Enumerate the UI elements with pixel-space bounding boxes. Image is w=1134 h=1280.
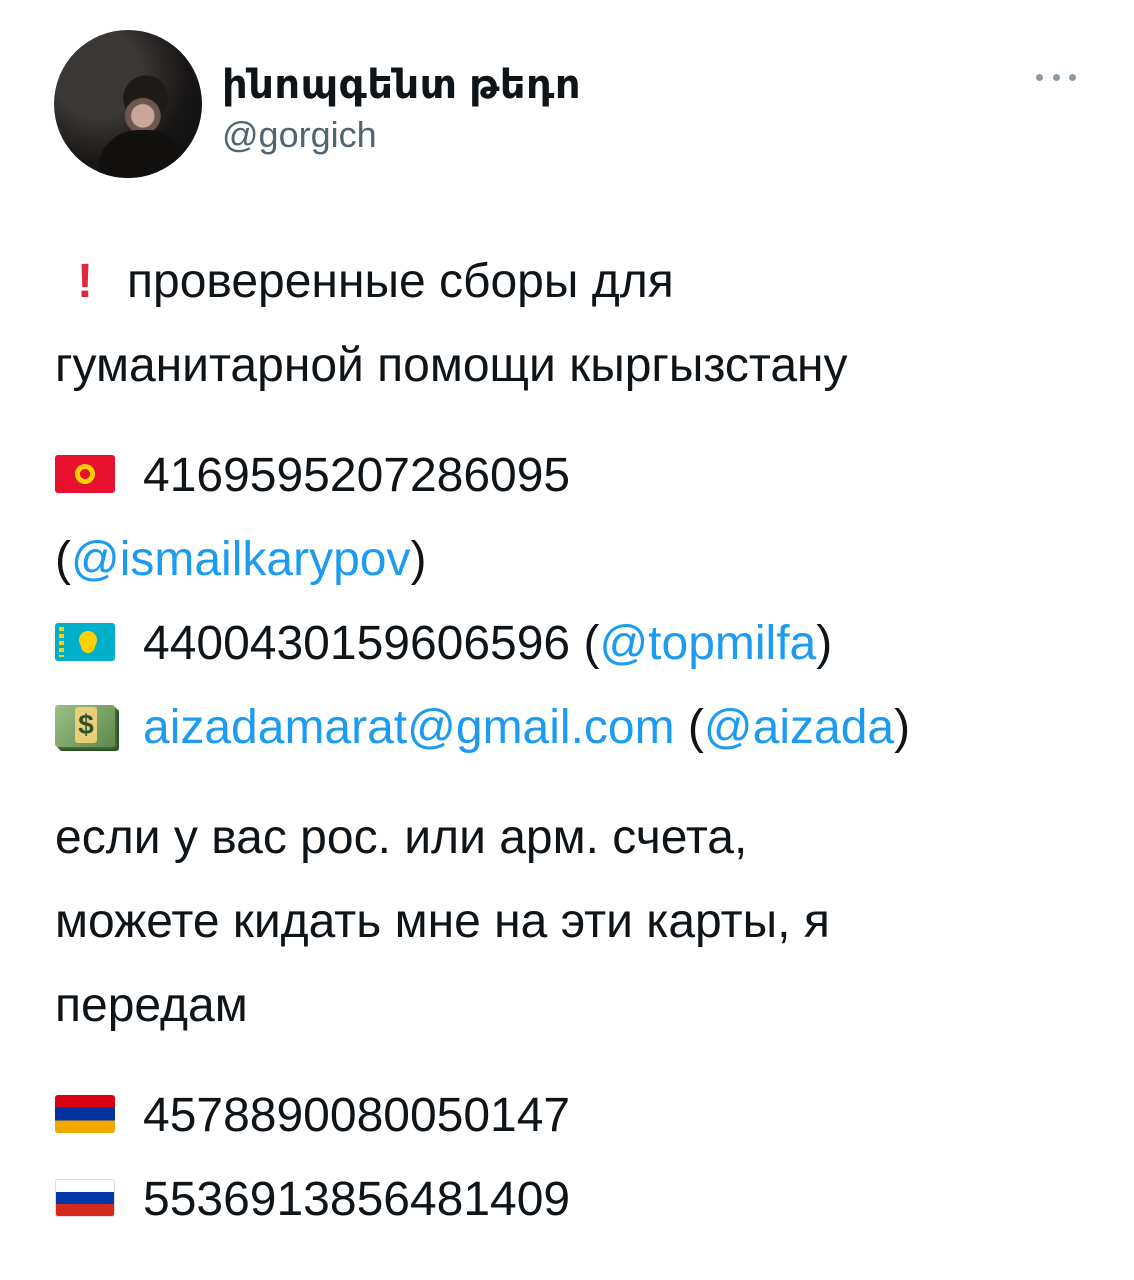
card-kg-owner-line: (@ismailkarypov): [55, 533, 427, 586]
email-link[interactable]: aizadamarat@gmail.com: [143, 701, 675, 754]
card-am-line: 4578890080050147: [55, 1074, 1095, 1158]
note-line-2: можете кидать мне на эти карты, я: [55, 895, 830, 948]
card-kg-line: 4169595207286095: [55, 434, 1095, 518]
note-line-1: если у вас рос. или арм. счета,: [55, 811, 748, 864]
card-kg-number: 4169595207286095: [143, 449, 571, 502]
kazakhstan-flag-icon: [55, 623, 115, 662]
intro-line-2: гуманитарной помощи кыргызстану: [55, 339, 848, 392]
card-am-number: 4578890080050147: [143, 1089, 571, 1142]
kyrgyzstan-flag-icon: [55, 455, 115, 494]
tweet-text: ! проверенные сборы для гуманитарной помо…: [55, 240, 1095, 1242]
email-line: aizadamarat@gmail.com (@aizada): [55, 686, 1095, 770]
card-kz-line: 4400430159606596 (@topmilfa): [55, 602, 1095, 686]
mention-aizada[interactable]: @aizada: [704, 701, 894, 754]
mention-topmilfa[interactable]: @topmilfa: [599, 617, 816, 670]
russia-flag-icon: [55, 1179, 115, 1218]
card-ru-number: 5536913856481409: [143, 1173, 571, 1226]
card-kz-number: 4400430159606596: [143, 617, 571, 670]
dollar-banknote-icon: [55, 705, 115, 748]
avatar[interactable]: [54, 30, 202, 178]
author-display-name[interactable]: ինոպգենտ թեդո: [222, 62, 581, 108]
mention-ismailkarypov[interactable]: @ismailkarypov: [71, 533, 410, 586]
author-handle[interactable]: @gorgich: [222, 114, 377, 156]
more-options-icon[interactable]: [1036, 70, 1076, 84]
intro-line-1: ! проверенные сборы для: [55, 240, 1095, 324]
armenia-flag-icon: [55, 1095, 115, 1134]
exclamation-icon: !: [77, 255, 93, 308]
card-ru-line: 5536913856481409: [55, 1158, 1095, 1242]
tweet-header: ինոպգենտ թեդո @gorgich: [54, 30, 1094, 180]
note-line-3: передам: [55, 979, 248, 1032]
